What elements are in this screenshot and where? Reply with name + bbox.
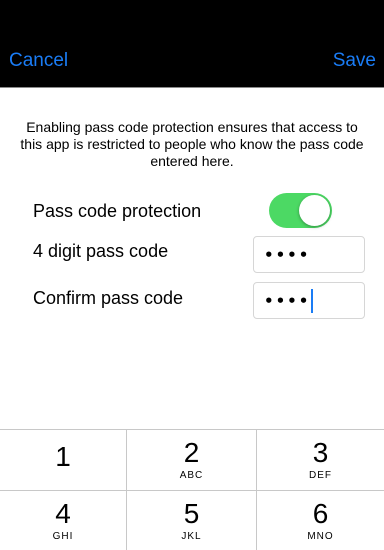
key-number: 2	[183, 437, 200, 468]
key-4[interactable]: 4 GHI	[0, 490, 127, 550]
numeric-keypad: 1 2 ABC 3 DEF 4 GHI 5 JKL 6 MNO	[0, 429, 384, 550]
key-6[interactable]: 6 MNO	[257, 490, 384, 550]
confirm-passcode-value: ••••	[264, 291, 311, 310]
text-caret	[311, 288, 314, 313]
key-number: 1	[55, 441, 71, 472]
toggle-knob	[299, 195, 330, 226]
cancel-button[interactable]: Cancel	[9, 50, 68, 72]
navigation-bar: Cancel Save	[0, 36, 384, 88]
passcode-protection-toggle[interactable]	[269, 193, 332, 228]
key-letters: DEF	[309, 470, 332, 481]
key-2[interactable]: 2 ABC	[127, 430, 257, 490]
key-letters: GHI	[52, 531, 74, 542]
key-letters: MNO	[307, 531, 334, 542]
passcode-settings-panel: Enabling pass code protection ensures th…	[0, 89, 384, 429]
description-text: Enabling pass code protection ensures th…	[20, 119, 364, 169]
status-bar	[0, 0, 384, 36]
passcode-field[interactable]: ••••	[253, 236, 365, 273]
key-number: 6	[312, 498, 329, 529]
key-number: 4	[55, 498, 71, 529]
passcode-label: 4 digit pass code	[33, 241, 169, 261]
key-letters: JKL	[181, 531, 202, 542]
passcode-protection-label: Pass code protection	[33, 201, 202, 221]
key-letters: ABC	[179, 470, 204, 481]
confirm-passcode-label: Confirm pass code	[33, 288, 184, 308]
passcode-value: ••••	[264, 245, 311, 264]
key-5[interactable]: 5 JKL	[127, 490, 257, 550]
key-number: 3	[312, 437, 329, 468]
key-number: 5	[183, 498, 200, 529]
save-button[interactable]: Save	[333, 50, 376, 72]
confirm-passcode-field[interactable]: ••••	[253, 282, 365, 319]
key-1[interactable]: 1	[0, 430, 127, 490]
key-3[interactable]: 3 DEF	[257, 430, 384, 490]
